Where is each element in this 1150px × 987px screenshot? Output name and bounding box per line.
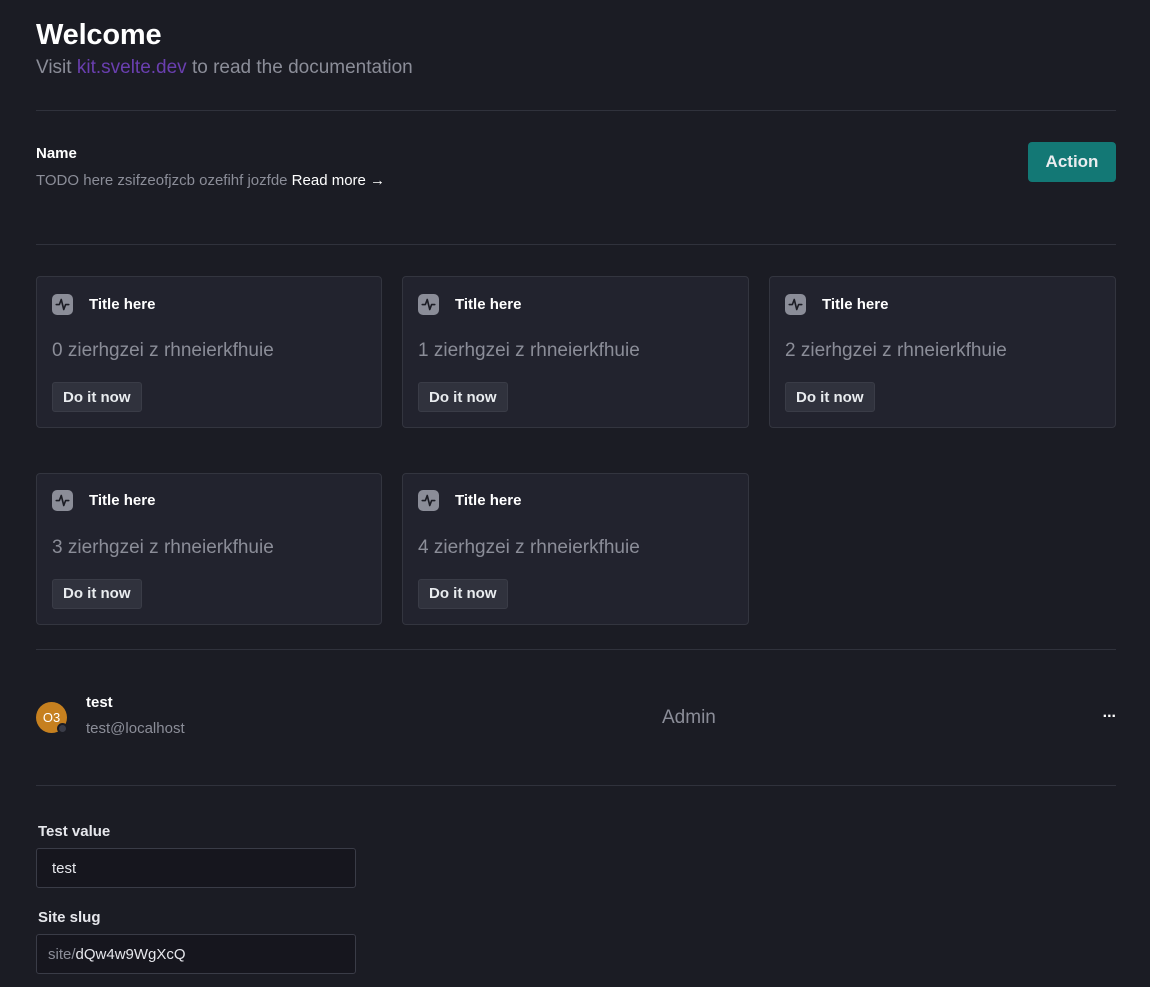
feature-card: Title here 1 zierhgzei z rhneierkfhuie Do … (402, 276, 749, 428)
site-slug-input[interactable] (75, 945, 340, 963)
card-title: Title here (89, 492, 156, 509)
card-header: Title here (52, 489, 366, 513)
subtitle-suffix: to read the documentation (186, 57, 413, 78)
page-header: Welcome Visit kit.svelte.dev to read the… (36, 0, 1116, 110)
test-value-field-wrapper (36, 848, 356, 888)
site-slug-field-wrapper: site/ (36, 934, 356, 974)
docs-link[interactable]: kit.svelte.dev (77, 57, 187, 78)
do-it-now-button[interactable]: Do it now (52, 382, 142, 412)
activity-pulse-icon (785, 293, 806, 315)
activity-pulse-icon (52, 293, 73, 315)
test-value-label: Test value (38, 823, 111, 840)
card-title: Title here (89, 295, 156, 313)
feature-card: Title here 3 zierhgzei z rhneierkfhuie Do … (36, 472, 382, 625)
do-it-now-button[interactable]: Do it now (52, 578, 142, 609)
card-title: Title here (822, 295, 889, 313)
user-name: test (86, 693, 113, 711)
page: Welcome Visit kit.svelte.dev to read the… (0, 0, 1150, 987)
feature-card: Title here 0 zierhgzei z rhneierkfhuie Do … (36, 276, 382, 428)
card-title: Title here (455, 295, 522, 313)
page-title: Welcome (36, 19, 162, 51)
read-more-link[interactable]: Read more → (292, 172, 385, 189)
section-description-text: TODO here zsifzeofjzcb ozefihf jozfde (36, 172, 292, 189)
do-it-now-button[interactable]: Do it now (785, 382, 875, 412)
activity-pulse-icon (418, 293, 439, 315)
card-header: Title here (52, 292, 366, 316)
page-subtitle: Visit kit.svelte.dev to read the documen… (36, 54, 1116, 82)
subtitle-prefix: Visit (36, 57, 77, 78)
section-text: Name TODO here zsifzeofjzcb ozefihf jozf… (36, 142, 385, 191)
do-it-now-button[interactable]: Do it now (418, 382, 508, 412)
user-row: O3 test test@localhost Admin ... (36, 650, 1116, 785)
card-text: 3 zierhgzei z rhneierkfhuie (52, 536, 274, 558)
card-header: Title here (785, 292, 1100, 316)
card-text: 0 zierhgzei z rhneierkfhuie (52, 340, 274, 361)
activity-pulse-icon (418, 490, 439, 511)
card-title: Title here (455, 492, 522, 509)
section-label: Name (36, 145, 77, 162)
action-button[interactable]: Action (1028, 142, 1116, 182)
settings-form: Test value Site slug site/ (36, 786, 1116, 974)
avatar: O3 (36, 702, 68, 734)
card-header: Title here (418, 292, 733, 316)
site-slug-label: Site slug (38, 909, 101, 926)
name-section: Name TODO here zsifzeofjzcb ozefihf jozf… (36, 111, 1116, 244)
do-it-now-button[interactable]: Do it now (418, 578, 508, 609)
feature-card: Title here 2 zierhgzei z rhneierkfhuie Do … (769, 276, 1116, 428)
section-description: TODO here zsifzeofjzcb ozefihf jozfde Re… (36, 171, 385, 191)
user-info: test test@localhost (86, 693, 185, 739)
user-role: Admin (662, 707, 716, 728)
user-email: test@localhost (86, 719, 185, 737)
more-options-button[interactable]: ... (1103, 704, 1116, 722)
card-text: 4 zierhgzei z rhneierkfhuie (418, 536, 640, 558)
activity-pulse-icon (52, 490, 73, 511)
card-text: 2 zierhgzei z rhneierkfhuie (785, 340, 1007, 361)
test-value-input[interactable] (52, 859, 340, 877)
status-dot-icon (57, 723, 68, 734)
card-text: 1 zierhgzei z rhneierkfhuie (418, 340, 640, 361)
avatar-initials: O3 (42, 710, 61, 725)
card-header: Title here (418, 489, 733, 513)
feature-card: Title here 4 zierhgzei z rhneierkfhuie Do … (402, 472, 749, 625)
card-grid: Title here 0 zierhgzei z rhneierkfhuie Do … (36, 245, 1116, 649)
site-slug-prefix: site/ (48, 945, 76, 963)
